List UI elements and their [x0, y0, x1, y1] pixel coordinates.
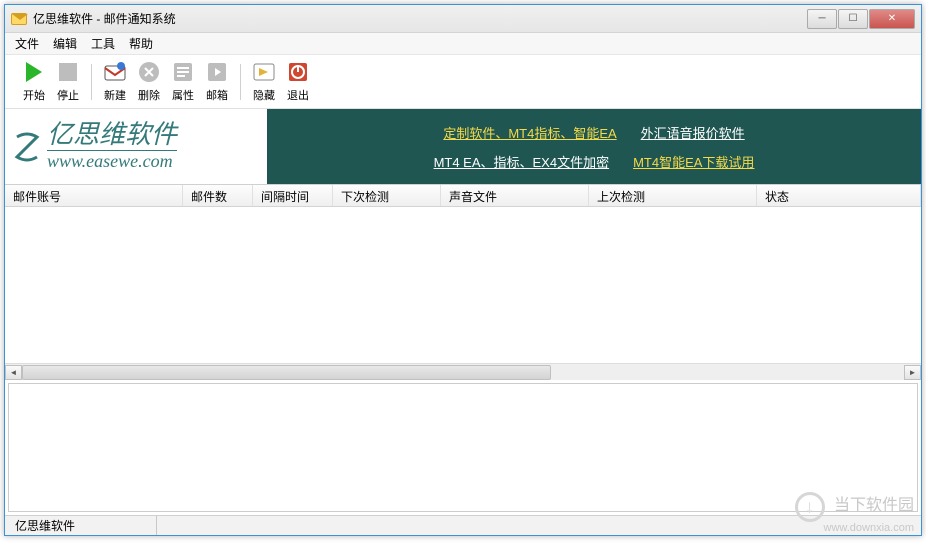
play-icon — [22, 60, 46, 84]
menu-tools[interactable]: 工具 — [91, 35, 115, 52]
menu-help[interactable]: 帮助 — [129, 35, 153, 52]
company-name-cn: 亿思维软件 — [47, 122, 177, 148]
maximize-button[interactable]: ☐ — [838, 9, 868, 29]
banner-link-voice[interactable]: 外汇语音报价软件 — [641, 123, 745, 142]
minimize-button[interactable]: ─ — [807, 9, 837, 29]
properties-icon — [171, 60, 195, 84]
statusbar: 亿思维软件 — [5, 515, 921, 535]
mailbox-button[interactable]: 邮箱 — [200, 60, 234, 103]
banner-link-custom[interactable]: 定制软件、MT4指标、智能EA — [443, 123, 616, 142]
toolbar-separator — [91, 64, 92, 100]
col-count[interactable]: 邮件数 — [183, 185, 253, 206]
log-panel[interactable] — [8, 383, 918, 512]
horizontal-scrollbar[interactable]: ◄ ► — [5, 363, 921, 380]
scroll-thumb[interactable] — [22, 365, 551, 380]
menu-edit[interactable]: 编辑 — [53, 35, 77, 52]
col-last-check[interactable]: 上次检测 — [589, 185, 757, 206]
status-text: 亿思维软件 — [5, 516, 157, 535]
hide-label: 隐藏 — [253, 87, 275, 103]
new-button[interactable]: 新建 — [98, 60, 132, 103]
properties-button[interactable]: 属性 — [166, 60, 200, 103]
app-icon — [11, 13, 27, 25]
exit-label: 退出 — [287, 87, 309, 103]
banner-links: 定制软件、MT4指标、智能EA 外汇语音报价软件 MT4 EA、指标、EX4文件… — [267, 109, 921, 184]
menubar: 文件 编辑 工具 帮助 — [5, 33, 921, 55]
window-title: 亿思维软件 - 邮件通知系统 — [33, 10, 807, 27]
company-url: www.easewe.com — [47, 150, 177, 172]
table-header: 邮件账号 邮件数 间隔时间 下次检测 声音文件 上次检测 状态 — [5, 185, 921, 207]
stop-button[interactable]: 停止 — [51, 60, 85, 103]
banner-link-download[interactable]: MT4智能EA下载试用 — [633, 152, 754, 171]
hide-button[interactable]: 隐藏 — [247, 60, 281, 103]
banner: 亿思维软件 www.easewe.com 定制软件、MT4指标、智能EA 外汇语… — [5, 109, 921, 185]
scroll-right-button[interactable]: ► — [904, 365, 921, 380]
mailbox-label: 邮箱 — [206, 87, 228, 103]
titlebar[interactable]: 亿思维软件 - 邮件通知系统 ─ ☐ ✕ — [5, 5, 921, 33]
toolbar: 开始 停止 新建 删除 属性 — [5, 55, 921, 109]
col-sound-file[interactable]: 声音文件 — [441, 185, 589, 206]
toolbar-separator — [240, 64, 241, 100]
delete-icon — [137, 60, 161, 84]
col-interval[interactable]: 间隔时间 — [253, 185, 333, 206]
close-button[interactable]: ✕ — [869, 9, 915, 29]
scroll-left-button[interactable]: ◄ — [5, 365, 22, 380]
app-window: 亿思维软件 - 邮件通知系统 ─ ☐ ✕ 文件 编辑 工具 帮助 开始 停止 — [4, 4, 922, 536]
properties-label: 属性 — [172, 87, 194, 103]
exit-icon — [286, 60, 310, 84]
col-status[interactable]: 状态 — [757, 185, 921, 206]
start-label: 开始 — [23, 87, 45, 103]
col-next-check[interactable]: 下次检测 — [333, 185, 441, 206]
hide-icon — [252, 60, 276, 84]
delete-button[interactable]: 删除 — [132, 60, 166, 103]
start-button[interactable]: 开始 — [17, 60, 51, 103]
window-controls: ─ ☐ ✕ — [807, 9, 915, 29]
banner-link-encrypt[interactable]: MT4 EA、指标、EX4文件加密 — [434, 152, 610, 171]
new-label: 新建 — [104, 87, 126, 103]
delete-label: 删除 — [138, 87, 160, 103]
mailbox-icon — [205, 60, 229, 84]
col-account[interactable]: 邮件账号 — [5, 185, 183, 206]
logo-icon — [13, 129, 41, 165]
mail-table: 邮件账号 邮件数 间隔时间 下次检测 声音文件 上次检测 状态 ◄ ► — [5, 185, 921, 380]
table-body[interactable] — [5, 207, 921, 363]
banner-text: 亿思维软件 www.easewe.com — [47, 122, 177, 172]
stop-icon — [56, 60, 80, 84]
menu-file[interactable]: 文件 — [15, 35, 39, 52]
new-mail-icon — [103, 60, 127, 84]
scroll-track[interactable] — [22, 365, 904, 380]
exit-button[interactable]: 退出 — [281, 60, 315, 103]
banner-logo-area: 亿思维软件 www.easewe.com — [5, 109, 267, 184]
stop-label: 停止 — [57, 87, 79, 103]
